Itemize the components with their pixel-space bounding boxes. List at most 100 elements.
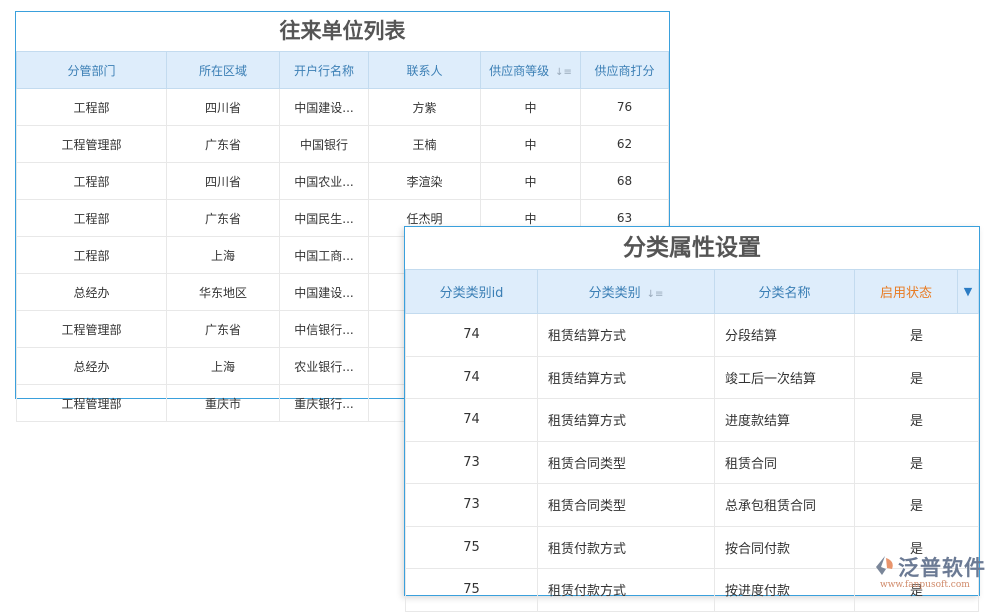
table-cell: 中信银行... — [280, 311, 369, 348]
table-cell: 76 — [581, 89, 669, 126]
column-dropdown-icon[interactable]: ▼ — [958, 270, 979, 314]
table-row[interactable]: 73租赁合同类型总承包租赁合同是 — [406, 484, 979, 527]
table-cell: 四川省 — [167, 163, 280, 200]
table-row[interactable]: 工程部四川省中国建设...方紫中76 — [17, 89, 669, 126]
sort-icon[interactable]: ↓≡ — [555, 67, 572, 78]
table-cell: 74 — [406, 356, 538, 399]
category-settings-panel: 分类属性设置 分类类别id 分类类别 ↓≡ 分类名称 启用状态 ▼ 74租赁结算方式分段结… — [404, 226, 980, 596]
table-cell: 工程管理部 — [17, 126, 167, 163]
table-cell: 工程管理部 — [17, 385, 167, 422]
column-header[interactable]: 分管部门 — [17, 52, 167, 89]
table-cell: 中国建设... — [280, 89, 369, 126]
table-cell: 中国建设... — [280, 274, 369, 311]
table-cell: 广东省 — [167, 126, 280, 163]
table-cell: 是 — [855, 484, 979, 527]
table-cell: 分段结算 — [715, 314, 855, 357]
table-cell: 中国银行 — [280, 126, 369, 163]
column-header[interactable]: 供应商打分 — [581, 52, 669, 89]
column-header-label: 分类名称 — [758, 286, 810, 301]
table-cell: 是 — [855, 441, 979, 484]
table-cell: 中 — [481, 126, 581, 163]
table-cell: 按进度付款 — [715, 569, 855, 612]
table-cell: 总承包租赁合同 — [715, 484, 855, 527]
table-cell: 进度款结算 — [715, 399, 855, 442]
column-header[interactable]: 启用状态 — [855, 270, 958, 314]
table-cell: 王楠 — [369, 126, 481, 163]
table-cell: 租赁结算方式 — [538, 399, 715, 442]
table-cell: 75 — [406, 569, 538, 612]
column-header[interactable]: 开户行名称 — [280, 52, 369, 89]
table-row[interactable]: 73租赁合同类型租赁合同是 — [406, 441, 979, 484]
column-header[interactable]: 分类类别 ↓≡ — [538, 270, 715, 314]
column-header[interactable]: 分类名称 — [715, 270, 855, 314]
table-cell: 74 — [406, 314, 538, 357]
table-cell: 68 — [581, 163, 669, 200]
table-cell: 中国工商... — [280, 237, 369, 274]
table-cell: 工程部 — [17, 89, 167, 126]
table-cell: 四川省 — [167, 89, 280, 126]
table-cell: 租赁结算方式 — [538, 356, 715, 399]
column-header[interactable]: 分类类别id — [406, 270, 538, 314]
column-header-label: 启用状态 — [880, 286, 932, 301]
table-cell: 上海 — [167, 237, 280, 274]
column-header-label: 联系人 — [406, 64, 442, 78]
table-cell: 是 — [855, 314, 979, 357]
table-row[interactable]: 工程管理部广东省中国银行王楠中62 — [17, 126, 669, 163]
column-header-label: 供应商打分 — [594, 64, 654, 78]
fanpusoft-logo: 泛普软件 www.fanpusoft.com — [872, 552, 997, 598]
table-cell: 工程部 — [17, 163, 167, 200]
table-cell: 广东省 — [167, 311, 280, 348]
table-cell: 中 — [481, 89, 581, 126]
table-cell: 工程部 — [17, 200, 167, 237]
table-cell: 华东地区 — [167, 274, 280, 311]
table-cell: 总经办 — [17, 274, 167, 311]
column-header[interactable]: 联系人 — [369, 52, 481, 89]
table-row[interactable]: 74租赁结算方式分段结算是 — [406, 314, 979, 357]
table-row[interactable]: 74租赁结算方式进度款结算是 — [406, 399, 979, 442]
column-header-label: 分类类别 — [589, 286, 641, 301]
table-cell: 李渲染 — [369, 163, 481, 200]
table-cell: 方紫 — [369, 89, 481, 126]
table-cell: 重庆银行... — [280, 385, 369, 422]
table-cell: 工程部 — [17, 237, 167, 274]
table-cell: 上海 — [167, 348, 280, 385]
column-header-label: 所在区域 — [199, 64, 247, 78]
table-cell: 竣工后一次结算 — [715, 356, 855, 399]
table-row[interactable]: 工程部四川省中国农业...李渲染中68 — [17, 163, 669, 200]
panel-title: 分类属性设置 — [405, 227, 979, 269]
table-cell: 租赁付款方式 — [538, 569, 715, 612]
table-cell: 租赁合同 — [715, 441, 855, 484]
table-cell: 工程管理部 — [17, 311, 167, 348]
table-cell: 农业银行... — [280, 348, 369, 385]
table-cell: 中国民生... — [280, 200, 369, 237]
column-header-label: 分类类别id — [440, 286, 504, 301]
table-cell: 租赁合同类型 — [538, 441, 715, 484]
table-cell: 重庆市 — [167, 385, 280, 422]
column-header[interactable]: 所在区域 — [167, 52, 280, 89]
table-cell: 中 — [481, 163, 581, 200]
table-cell: 租赁付款方式 — [538, 526, 715, 569]
table-cell: 广东省 — [167, 200, 280, 237]
column-header-label: 分管部门 — [67, 64, 115, 78]
column-header-label: 开户行名称 — [294, 64, 354, 78]
table-cell: 租赁合同类型 — [538, 484, 715, 527]
sort-icon[interactable]: ↓≡ — [647, 289, 664, 300]
table-cell: 中国农业... — [280, 163, 369, 200]
table-cell: 总经办 — [17, 348, 167, 385]
column-header-label: 供应商等级 — [489, 64, 549, 78]
table-row[interactable]: 74租赁结算方式竣工后一次结算是 — [406, 356, 979, 399]
table-cell: 73 — [406, 441, 538, 484]
logo-mark-icon — [874, 555, 896, 577]
panel-title: 往来单位列表 — [16, 12, 669, 51]
table-cell: 按合同付款 — [715, 526, 855, 569]
table-cell: 73 — [406, 484, 538, 527]
table-cell: 62 — [581, 126, 669, 163]
table-cell: 74 — [406, 399, 538, 442]
table-cell: 租赁结算方式 — [538, 314, 715, 357]
column-header[interactable]: 供应商等级 ↓≡ — [481, 52, 581, 89]
table-cell: 是 — [855, 399, 979, 442]
logo-url: www.fanpusoft.com — [880, 580, 970, 590]
logo-name: 泛普软件 — [898, 552, 986, 582]
table-cell: 75 — [406, 526, 538, 569]
table-cell: 是 — [855, 356, 979, 399]
